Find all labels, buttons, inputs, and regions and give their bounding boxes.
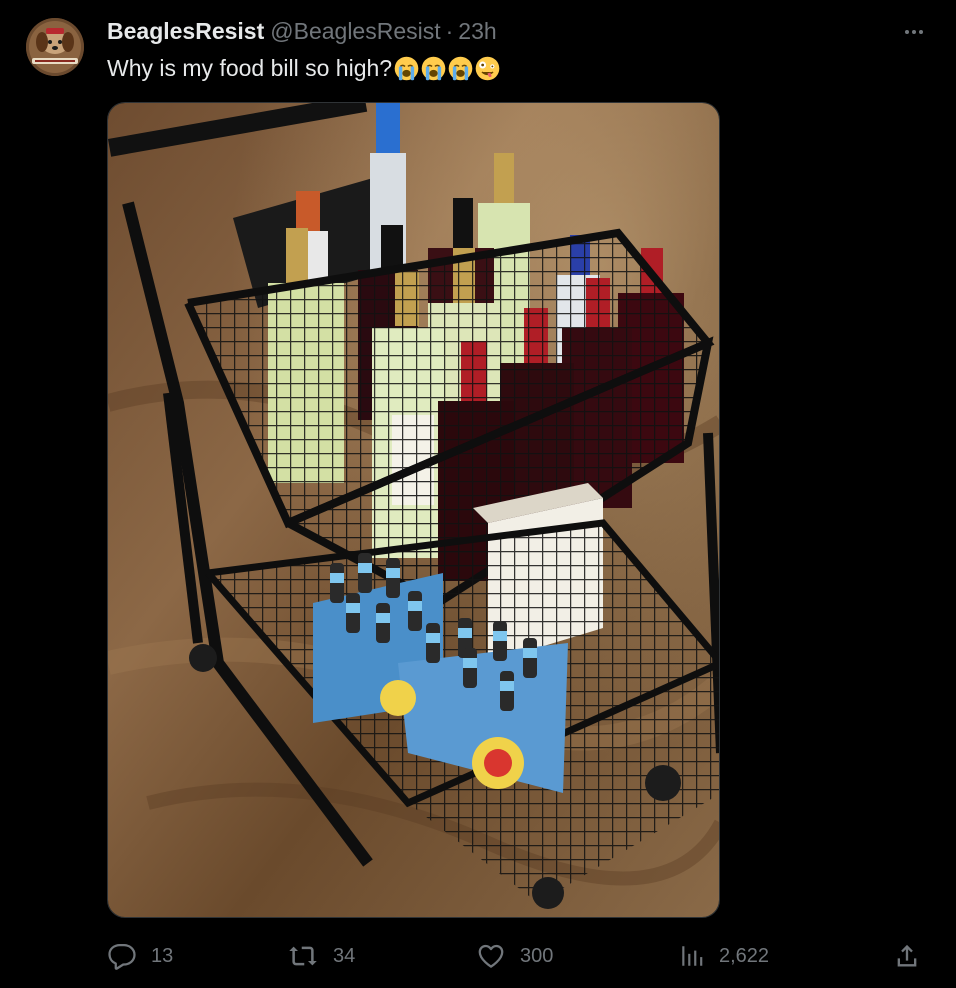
reply-icon: [108, 944, 136, 970]
share-icon: [897, 944, 917, 967]
more-options-icon[interactable]: [898, 22, 930, 42]
avatar-image: [26, 18, 84, 76]
reply-count: 13: [151, 944, 174, 967]
loudly-crying-face-icon: [394, 56, 419, 80]
loudly-crying-face-icon: [448, 56, 473, 80]
tweet-header: BeaglesResist @BeaglesResist · 23h: [107, 16, 497, 46]
like-button[interactable]: 300: [476, 938, 553, 974]
reply-button[interactable]: 13: [107, 938, 173, 974]
display-name[interactable]: BeaglesResist: [107, 18, 264, 45]
loudly-crying-face-icon: [421, 56, 446, 80]
user-handle[interactable]: @BeaglesResist: [270, 18, 440, 45]
tweet-text: Why is my food bill so high?: [107, 52, 500, 84]
repost-count: 34: [333, 944, 356, 967]
avatar[interactable]: [26, 18, 84, 76]
zany-face-icon: [475, 56, 500, 80]
heart-icon: [478, 944, 504, 968]
tweet[interactable]: BeaglesResist @BeaglesResist · 23h Why i…: [0, 0, 956, 988]
views-chart-icon: [682, 946, 703, 966]
share-button[interactable]: [893, 938, 921, 974]
like-count: 300: [520, 944, 554, 967]
timestamp[interactable]: 23h: [458, 18, 496, 45]
separator-dot: ·: [445, 17, 454, 44]
view-count: 2,622: [719, 944, 770, 967]
tweet-photo[interactable]: [107, 102, 720, 918]
views-button[interactable]: 2,622: [679, 938, 769, 974]
repost-button[interactable]: 34: [287, 938, 355, 974]
tweet-text-body: Why is my food bill so high?: [107, 54, 393, 81]
shopping-cart-photo: [108, 103, 719, 917]
tweet-actions: 13 34 300 2,622: [107, 938, 927, 974]
repost-icon: [289, 946, 317, 966]
